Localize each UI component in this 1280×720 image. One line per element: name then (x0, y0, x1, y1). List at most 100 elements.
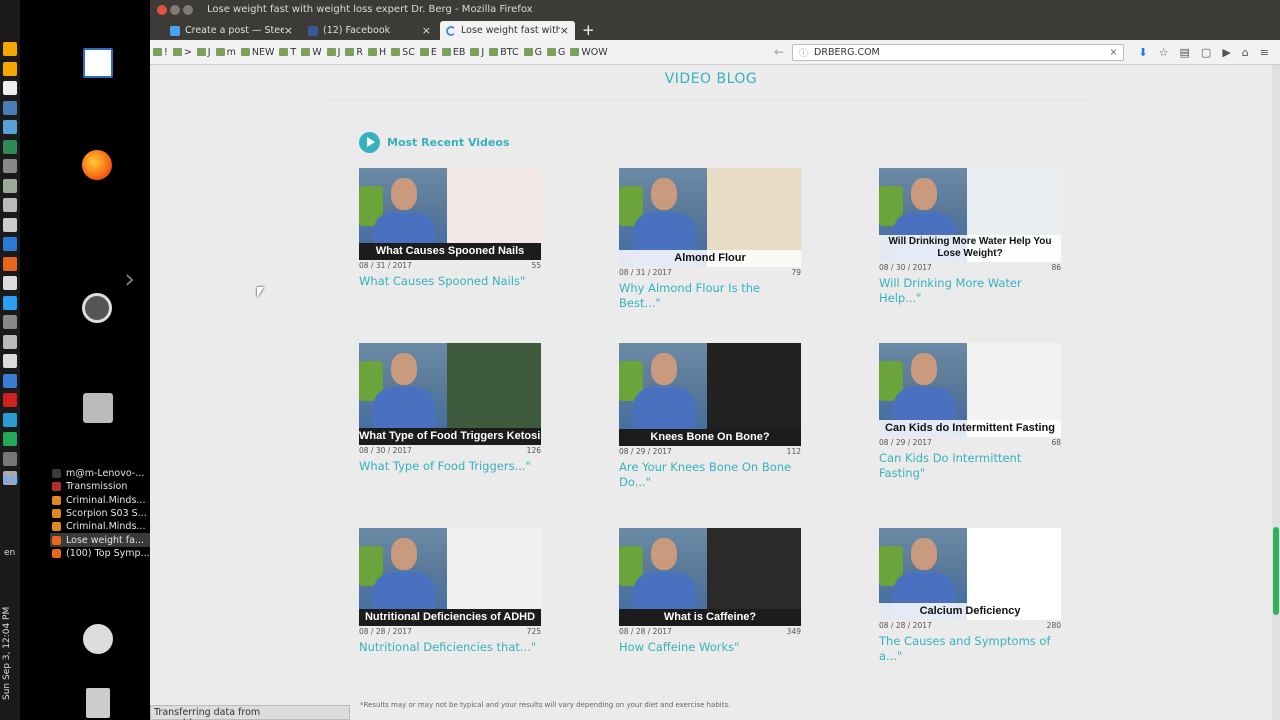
bookmark-item[interactable]: BTC (489, 47, 519, 58)
launcher-app-icon[interactable] (3, 432, 17, 446)
launcher-app-icon[interactable] (3, 217, 17, 232)
new-tab-button[interactable]: + (582, 21, 595, 40)
video-title-link[interactable]: The Causes and Symptoms of a..." (879, 634, 1061, 664)
settings-icon[interactable] (82, 293, 112, 323)
download-icon[interactable]: ⬇ (1138, 46, 1147, 59)
launcher-app-icon[interactable] (3, 159, 17, 173)
video-thumbnail[interactable]: Calcium Deficiency (879, 528, 1061, 620)
recent-videos-label[interactable]: Most Recent Videos (387, 136, 510, 149)
bookmark-item[interactable]: J (326, 47, 340, 58)
video-title-link[interactable]: Why Almond Flour Is the Best..." (619, 281, 801, 311)
pocket-icon[interactable]: ▢ (1201, 46, 1211, 59)
video-thumbnail[interactable]: What Causes Spooned Nails (359, 168, 541, 260)
launcher-app-icon[interactable] (3, 100, 17, 115)
launcher-app-icon[interactable] (3, 295, 17, 310)
window-list-item[interactable]: Criminal.Minds... (50, 494, 150, 507)
minimize-window-button[interactable] (170, 4, 180, 15)
window-list-item[interactable]: m@m-Lenovo-... (50, 467, 150, 480)
maximize-window-button[interactable] (183, 4, 193, 15)
close-window-button[interactable] (157, 4, 167, 15)
video-title-link[interactable]: Will Drinking More Water Help..." (879, 276, 1061, 306)
tab-steemit[interactable]: Create a post — Steem × (164, 21, 299, 40)
recent-videos-header[interactable]: Most Recent Videos (359, 132, 510, 153)
video-title-link[interactable]: What Causes Spooned Nails" (359, 274, 541, 289)
bookmark-item[interactable]: R (345, 47, 363, 58)
launcher-app-icon[interactable] (3, 276, 17, 290)
launcher-app-icon[interactable] (3, 178, 17, 193)
close-tab-icon[interactable]: × (422, 24, 431, 37)
launcher-app-icon[interactable] (3, 373, 17, 388)
youtube-icon[interactable]: ▶ (1222, 46, 1230, 59)
bookmark-item[interactable]: J (196, 47, 211, 58)
video-title-link[interactable]: What Type of Food Triggers..." (359, 459, 541, 474)
tab-facebook[interactable]: (12) Facebook × (302, 21, 437, 40)
back-arrow-icon[interactable]: ← (774, 45, 784, 59)
close-tab-icon[interactable]: × (560, 24, 569, 37)
launcher-app-icon[interactable] (3, 237, 17, 251)
video-thumbnail[interactable]: Knees Bone On Bone? (619, 343, 801, 446)
scrollbar[interactable] (1272, 65, 1280, 720)
video-thumbnail[interactable]: Nutritional Deficiencies of ADHD (359, 528, 541, 626)
launcher-app-icon[interactable] (3, 412, 17, 427)
info-icon[interactable]: ⓘ (799, 46, 808, 59)
video-title-link[interactable]: Can Kids Do Intermittent Fasting" (879, 451, 1061, 481)
bookmark-item[interactable]: EB (441, 47, 465, 58)
bookmark-item[interactable]: E (419, 47, 437, 58)
firefox-icon[interactable] (82, 150, 112, 180)
launcher-app-icon[interactable] (3, 334, 17, 349)
bookmark-item[interactable]: T (279, 47, 296, 58)
video-thumbnail[interactable]: What is Caffeine? (619, 528, 801, 626)
launcher-app-icon[interactable] (3, 354, 17, 368)
launcher-app-icon[interactable] (3, 42, 17, 56)
window-list-item[interactable]: Transmission (50, 480, 150, 493)
video-thumbnail[interactable]: What Type of Food Triggers Ketosis (359, 343, 541, 445)
close-tab-icon[interactable]: × (284, 24, 293, 37)
video-thumbnail[interactable]: Will Drinking More Water Help You Lose W… (879, 168, 1061, 262)
bookmark-item[interactable]: WOW (570, 47, 608, 58)
bookmark-item[interactable]: > (172, 47, 192, 58)
archive-icon[interactable] (83, 393, 113, 423)
bookmark-item[interactable]: H (368, 47, 386, 58)
bookmark-star-icon[interactable]: ☆ (1159, 46, 1169, 59)
bookmark-item[interactable]: NEW (240, 47, 274, 58)
video-thumbnail[interactable]: Can Kids do Intermittent Fasting (879, 343, 1061, 437)
video-title-link[interactable]: Are Your Knees Bone On Bone Do..." (619, 460, 801, 490)
launcher-app-icon[interactable] (3, 198, 17, 212)
url-bar[interactable]: ⓘ DRBERG.COM × (792, 43, 1125, 61)
document-icon[interactable] (83, 48, 113, 78)
trash-icon[interactable] (86, 688, 110, 718)
language-indicator[interactable]: en (4, 548, 15, 558)
system-clock[interactable]: Sun Sep 3, 12:04 PM (2, 600, 18, 700)
launcher-app-icon[interactable] (3, 315, 17, 329)
launcher-app-icon[interactable] (3, 256, 17, 271)
tab-drberg[interactable]: Lose weight fast with × (440, 21, 575, 40)
play-icon[interactable] (359, 132, 380, 153)
window-list-item[interactable]: Lose weight fa... (50, 533, 150, 547)
window-list-item[interactable]: Criminal.Minds... (50, 520, 150, 533)
keyboard-layout-indicator[interactable]: EN (3, 475, 18, 486)
launcher-app-icon[interactable] (3, 61, 17, 76)
bookmark-item[interactable]: G (546, 47, 565, 58)
video-thumbnail[interactable]: Almond Flour (619, 168, 801, 267)
video-title-link[interactable]: Nutritional Deficiencies that..." (359, 640, 541, 655)
chevron-right-icon[interactable]: › (124, 262, 135, 295)
launcher-app-icon[interactable] (3, 81, 17, 95)
window-list-item[interactable]: (100) Top Symp... (50, 547, 150, 560)
bookmark-item[interactable]: ! (153, 47, 168, 58)
video-title-link[interactable]: How Caffeine Works" (619, 640, 801, 655)
launcher-app-icon[interactable] (3, 139, 17, 154)
clear-url-icon[interactable]: × (1109, 47, 1117, 58)
url-text[interactable]: DRBERG.COM (814, 47, 1109, 58)
launcher-app-icon[interactable] (3, 451, 17, 466)
bookmark-item[interactable]: m (215, 47, 236, 58)
reader-icon[interactable]: ▤ (1180, 46, 1190, 59)
launcher-app-icon[interactable] (3, 393, 17, 407)
home-icon[interactable]: ⌂ (1242, 46, 1249, 59)
user-icon[interactable] (83, 624, 113, 654)
bookmark-item[interactable]: SC (391, 47, 415, 58)
menu-icon[interactable]: ≡ (1260, 46, 1269, 59)
bookmark-item[interactable]: W (301, 47, 322, 58)
bookmark-item[interactable]: G (523, 47, 542, 58)
bookmark-item[interactable]: J (470, 47, 484, 58)
launcher-app-icon[interactable] (3, 120, 17, 134)
